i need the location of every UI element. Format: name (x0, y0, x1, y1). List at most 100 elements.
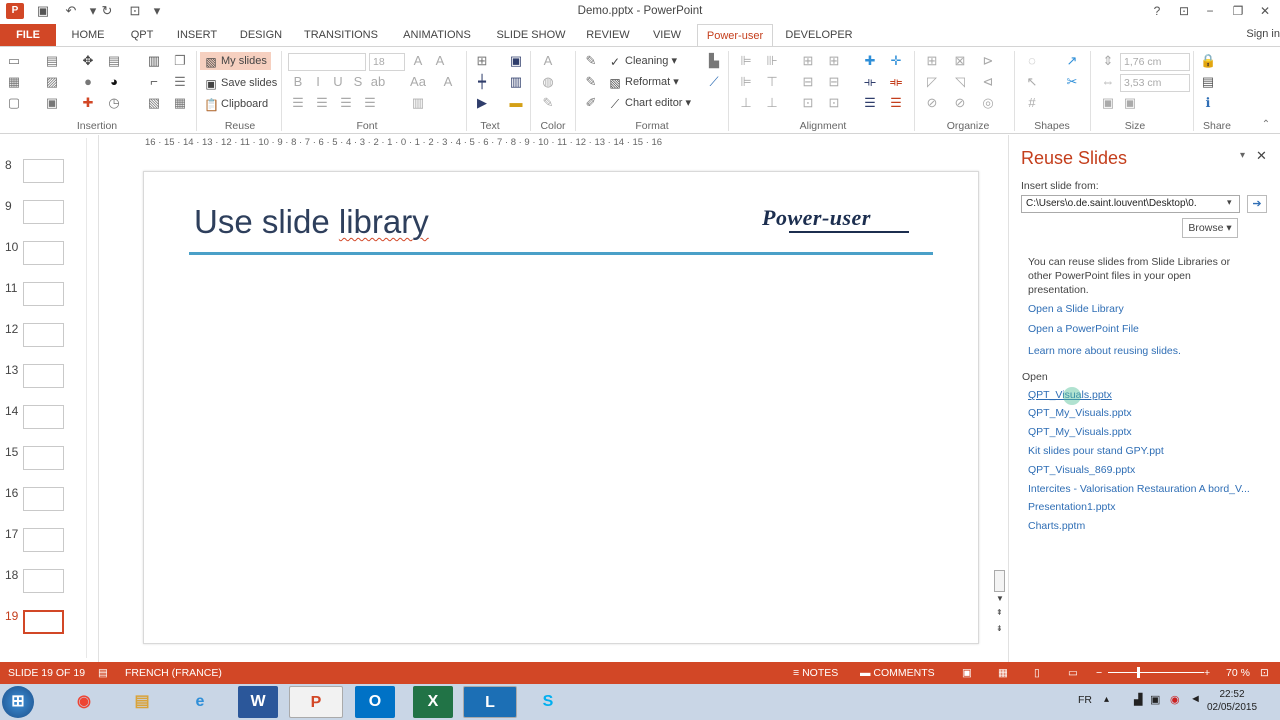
zoom-in-icon[interactable]: + (1204, 667, 1210, 679)
tab-design[interactable]: DESIGN (232, 24, 290, 46)
share-lock-icon[interactable]: 🔒 (1200, 53, 1216, 69)
distribute-h-icon[interactable]: ⊞ (800, 53, 816, 69)
align-bars-v-icon[interactable]: ⟚ (888, 74, 904, 90)
pane-close-icon[interactable]: ✕ (1256, 148, 1267, 164)
columns-icon[interactable]: ▥ (410, 95, 426, 111)
tab-animations[interactable]: ANIMATIONS (392, 24, 482, 46)
slide-thumbnail[interactable] (23, 446, 64, 470)
insert-list-icon[interactable]: ☰ (172, 74, 188, 90)
text-flag-icon[interactable]: ▶ (474, 95, 490, 111)
align-plus-icon[interactable]: ✚ (862, 53, 878, 69)
insert-image-icon[interactable]: ▧ (146, 95, 162, 111)
shapes-arrow-icon[interactable]: ↗ (1064, 53, 1080, 69)
slide-thumbnail[interactable] (23, 528, 64, 552)
shapes-hash-icon[interactable]: # (1024, 95, 1040, 111)
slide-thumbnail[interactable] (23, 487, 64, 511)
scroll-down-icon[interactable]: ▼ (996, 594, 1004, 603)
organize-flip-icon[interactable]: ⊘ (952, 95, 968, 111)
format-paint-icon[interactable]: ✎ (583, 74, 599, 90)
flag-uk-icon[interactable]: ▣ (508, 53, 524, 69)
distribute-v-icon[interactable]: ⊞ (826, 53, 842, 69)
align-stack2-icon[interactable]: ☰ (888, 95, 904, 111)
taskbar-lync-icon[interactable]: L (463, 686, 517, 718)
slide-thumbnail[interactable] (23, 200, 64, 224)
chart-editor-button[interactable]: ⟋ Chart editor ▾ (608, 94, 691, 112)
slide-source-input[interactable]: C:\Users\o.de.saint.louvent\Desktop\0. (1021, 195, 1240, 213)
snap-icon[interactable]: ⊡ (800, 95, 816, 111)
pane-options-icon[interactable]: ▾ (1240, 150, 1245, 161)
insert-grid-icon[interactable]: ▤ (106, 53, 122, 69)
font-name-field[interactable] (288, 53, 366, 71)
zoom-out-icon[interactable]: − (1096, 667, 1102, 679)
save-slides-button[interactable]: ▣ Save slides (204, 74, 277, 92)
insert-plus-icon[interactable]: ✚ (80, 95, 96, 111)
space-h-icon[interactable]: ⊟ (800, 74, 816, 90)
recent-file-link[interactable]: QPT_My_Visuals.pptx (1028, 426, 1132, 438)
shrink-font-icon[interactable]: A (432, 53, 448, 69)
tray-arrow-icon[interactable]: ▴ (1104, 694, 1109, 705)
slide[interactable]: Use slide library Power-user (143, 171, 979, 644)
size-match2-icon[interactable]: ▣ (1122, 95, 1138, 111)
share-send-icon[interactable]: ▤ (1200, 74, 1216, 90)
shapes-select-icon[interactable]: ↖ (1024, 74, 1040, 90)
taskbar-excel-icon[interactable]: X (413, 686, 453, 718)
restore-icon[interactable]: ❐ (1227, 3, 1249, 19)
align-stack-icon[interactable]: ☰ (862, 95, 878, 111)
sign-in-link[interactable]: Sign in (1246, 28, 1280, 40)
fill-color-icon[interactable]: ◍ (540, 74, 556, 90)
spellcheck-icon[interactable]: ▤ (98, 667, 108, 679)
path-dropdown-icon[interactable]: ▾ (1227, 197, 1232, 208)
clear-format-icon[interactable]: A (440, 74, 456, 90)
insert-line-chart-icon[interactable]: ⌐ (146, 74, 162, 90)
size-match-icon[interactable]: ▣ (1100, 95, 1116, 111)
tray-network-icon[interactable]: ▣ (1150, 693, 1160, 706)
align-icon[interactable]: ☰ (362, 95, 378, 111)
align-bottom-icon[interactable]: ⊥ (764, 95, 780, 111)
size-width-field[interactable]: 1,76 cm (1120, 53, 1190, 71)
recent-file-link[interactable]: Kit slides pour stand GPY.ppt (1028, 445, 1164, 457)
size-height-field[interactable]: 3,53 cm (1120, 74, 1190, 92)
organize-swap-icon[interactable]: ◎ (980, 95, 996, 111)
reading-view-icon[interactable]: ▯ (1034, 667, 1040, 679)
zoom-slider-thumb[interactable] (1137, 667, 1140, 678)
recent-file-link[interactable]: Charts.pptm (1028, 520, 1085, 532)
taskbar-ie-icon[interactable]: e (173, 686, 227, 718)
recent-file-link[interactable]: QPT_Visuals_869.pptx (1028, 464, 1135, 476)
insert-pie-icon[interactable]: ◕ (106, 74, 122, 90)
slide-thumbnail[interactable] (23, 282, 64, 306)
recent-file-link[interactable]: Intercites - Valorisation Restauration A… (1028, 483, 1250, 495)
tab-power-user[interactable]: Power-user (697, 24, 773, 46)
tab-file[interactable]: FILE (0, 24, 56, 46)
insert-clock-icon[interactable]: ◷ (106, 95, 122, 111)
numbering-icon[interactable]: ☰ (314, 95, 330, 111)
insert-layout-icon[interactable]: ▤ (44, 53, 60, 69)
taskbar-chrome-icon[interactable]: ◉ (57, 686, 111, 718)
slide-thumbnail[interactable] (23, 323, 64, 347)
tab-qpt[interactable]: QPT (122, 24, 162, 46)
recent-file-link[interactable]: QPT_My_Visuals.pptx (1028, 407, 1132, 419)
insert-chart-icon[interactable]: ▥ (146, 53, 162, 69)
shadow-icon[interactable]: ab (370, 74, 386, 90)
close-icon[interactable]: ✕ (1254, 3, 1276, 19)
next-slide-icon[interactable]: ⇟ (996, 624, 1003, 633)
scroll-thumb[interactable] (994, 570, 1005, 592)
organize-layer-icon[interactable]: ◸ (924, 74, 940, 90)
taskbar-outlook-icon[interactable]: O (355, 686, 395, 718)
line-color-icon[interactable]: ✎ (540, 95, 556, 111)
comments-button[interactable]: ▬ COMMENTS (860, 667, 935, 679)
grow-font-icon[interactable]: A (410, 53, 426, 69)
taskbar-clock[interactable]: 22:52 02/05/2015 (1202, 688, 1262, 714)
tab-review[interactable]: REVIEW (580, 24, 636, 46)
format-pick-icon[interactable]: ✐ (583, 95, 599, 111)
tab-home[interactable]: HOME (63, 24, 113, 46)
notes-button[interactable]: ≡ NOTES (793, 667, 838, 679)
tab-transitions[interactable]: TRANSITIONS (298, 24, 384, 46)
zoom-slider[interactable] (1108, 672, 1204, 673)
tray-volume-icon[interactable]: ◄ (1190, 693, 1201, 705)
font-color-icon[interactable]: A (540, 53, 556, 69)
insert-table2-icon[interactable]: ▦ (172, 95, 188, 111)
taskbar-powerpoint-icon[interactable]: P (289, 686, 343, 718)
minimize-icon[interactable]: − (1199, 3, 1221, 19)
slide-thumbnail[interactable] (23, 364, 64, 388)
collapse-ribbon-icon[interactable]: ⌃ (1258, 117, 1274, 133)
